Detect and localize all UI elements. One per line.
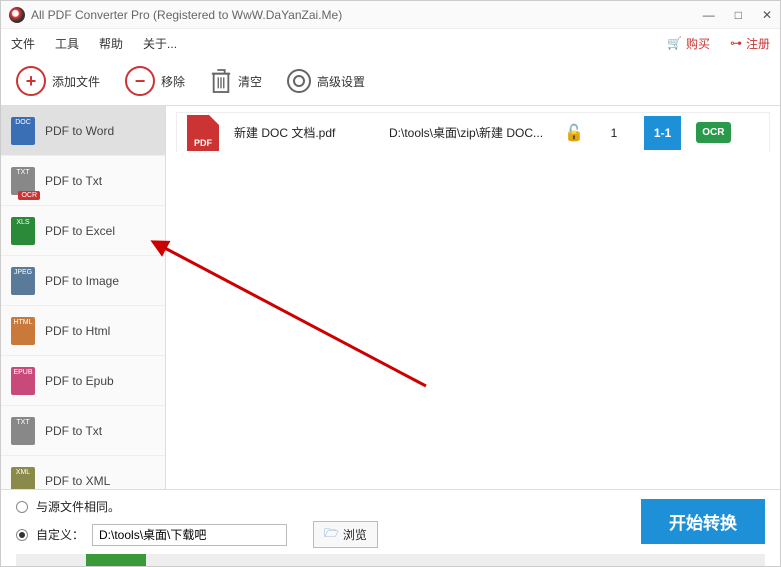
lock-icon: 🔓 bbox=[564, 123, 584, 143]
doc-icon: DOC bbox=[11, 117, 35, 145]
sidebar[interactable]: DOC PDF to Word TXTOCR PDF to Txt XLS PDF to … bbox=[1, 106, 166, 489]
output-path-input[interactable] bbox=[92, 524, 287, 546]
xls-icon: XLS bbox=[11, 217, 35, 245]
app-icon bbox=[9, 7, 25, 23]
minus-icon: − bbox=[125, 66, 155, 96]
sidebar-item-label: PDF to Html bbox=[45, 324, 110, 338]
same-source-radio[interactable] bbox=[16, 501, 28, 513]
add-file-button[interactable]: + 添加文件 bbox=[16, 66, 100, 96]
txt-icon: TXT bbox=[11, 417, 35, 445]
convert-button[interactable]: 开始转换 bbox=[641, 499, 765, 544]
page-count: 1 bbox=[599, 126, 629, 140]
sidebar-item-txt[interactable]: TXT PDF to Txt bbox=[1, 406, 165, 456]
custom-label: 自定义： bbox=[36, 526, 84, 543]
sidebar-item-label: PDF to XML bbox=[45, 474, 110, 488]
jpeg-icon: JPEG bbox=[11, 267, 35, 295]
clear-button[interactable]: 清空 bbox=[210, 68, 262, 94]
cart-icon: 🛒 bbox=[667, 36, 682, 50]
window-title: All PDF Converter Pro (Registered to WwW… bbox=[31, 8, 703, 22]
titlebar: All PDF Converter Pro (Registered to WwW… bbox=[1, 1, 780, 29]
key-icon: ⊶ bbox=[730, 36, 742, 50]
bottom-panel: 与源文件相同。 自定义： 🗁 浏览 开始转换 bbox=[1, 489, 780, 566]
sidebar-item-xls[interactable]: XLS PDF to Excel bbox=[1, 206, 165, 256]
gear-icon bbox=[287, 69, 311, 93]
register-button[interactable]: ⊶ 注册 bbox=[730, 35, 770, 52]
sidebar-item-label: PDF to Word bbox=[45, 124, 114, 138]
toolbar: + 添加文件 − 移除 清空 高级设置 bbox=[1, 57, 780, 105]
sidebar-item-epub[interactable]: EPUB PDF to Epub bbox=[1, 356, 165, 406]
menu-help[interactable]: 帮助 bbox=[99, 35, 123, 52]
ocr-badge[interactable]: OCR bbox=[696, 122, 730, 143]
menu-about[interactable]: 关于... bbox=[143, 35, 177, 52]
same-source-label: 与源文件相同。 bbox=[36, 498, 120, 515]
xml-icon: XML bbox=[11, 467, 35, 490]
trash-icon bbox=[210, 68, 232, 94]
sidebar-item-doc[interactable]: DOC PDF to Word bbox=[1, 106, 165, 156]
page-range[interactable]: 1-1 bbox=[644, 116, 681, 150]
file-name: 新建 DOC 文档.pdf bbox=[234, 124, 374, 141]
buy-button[interactable]: 🛒 购买 bbox=[667, 35, 710, 52]
sidebar-item-label: PDF to Epub bbox=[45, 374, 114, 388]
sidebar-item-label: PDF to Txt bbox=[45, 424, 102, 438]
pdf-icon: PDF bbox=[187, 115, 219, 151]
sidebar-item-label: PDF to Image bbox=[45, 274, 119, 288]
maximize-button[interactable]: □ bbox=[735, 8, 742, 22]
close-button[interactable]: ✕ bbox=[762, 8, 772, 22]
minimize-button[interactable]: — bbox=[703, 8, 715, 22]
menubar: 文件 工具 帮助 关于... 🛒 购买 ⊶ 注册 bbox=[1, 29, 780, 57]
sidebar-item-txt[interactable]: TXTOCR PDF to Txt bbox=[1, 156, 165, 206]
browse-button[interactable]: 🗁 浏览 bbox=[313, 521, 378, 548]
menu-file[interactable]: 文件 bbox=[11, 35, 35, 52]
sidebar-item-html[interactable]: HTML PDF to Html bbox=[1, 306, 165, 356]
settings-button[interactable]: 高级设置 bbox=[287, 69, 365, 93]
progress-fill bbox=[86, 554, 146, 566]
folder-icon: 🗁 bbox=[324, 524, 339, 545]
annotation-arrow bbox=[146, 116, 446, 416]
file-row[interactable]: PDF 新建 DOC 文档.pdf D:\tools\桌面\zip\新建 DOC… bbox=[176, 112, 770, 152]
plus-icon: + bbox=[16, 66, 46, 96]
menu-tools[interactable]: 工具 bbox=[55, 35, 79, 52]
sidebar-item-label: PDF to Excel bbox=[45, 224, 115, 238]
progress-bar bbox=[16, 554, 765, 566]
epub-icon: EPUB bbox=[11, 367, 35, 395]
sidebar-item-label: PDF to Txt bbox=[45, 174, 102, 188]
content-area: PDF 新建 DOC 文档.pdf D:\tools\桌面\zip\新建 DOC… bbox=[166, 106, 780, 489]
txt-icon: TXTOCR bbox=[11, 167, 35, 195]
html-icon: HTML bbox=[11, 317, 35, 345]
custom-radio[interactable] bbox=[16, 529, 28, 541]
file-path: D:\tools\桌面\zip\新建 DOC... bbox=[389, 124, 549, 141]
sidebar-item-xml[interactable]: XML PDF to XML bbox=[1, 456, 165, 489]
sidebar-item-jpeg[interactable]: JPEG PDF to Image bbox=[1, 256, 165, 306]
remove-button[interactable]: − 移除 bbox=[125, 66, 185, 96]
